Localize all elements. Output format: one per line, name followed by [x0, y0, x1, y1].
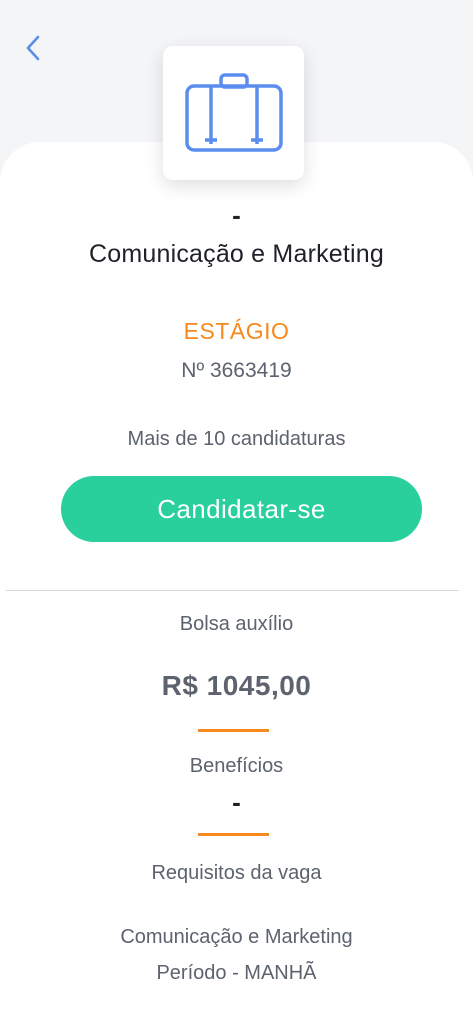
orange-divider: [198, 833, 269, 836]
job-detail-screen: - Comunicação e Marketing ESTÁGIO Nº 366…: [0, 0, 473, 1024]
salary-label: Bolsa auxílio: [179, 613, 294, 635]
benefits-value: -: [232, 787, 241, 817]
job-type-label: ESTÁGIO: [183, 318, 290, 344]
job-icon-tile: [163, 46, 304, 180]
requirement-item: Período - MANHÃ: [156, 962, 317, 984]
orange-divider: [198, 729, 269, 732]
job-number: Nº 3663419: [181, 359, 292, 382]
job-title: Comunicação e Marketing: [88, 240, 385, 268]
salary-value: R$ 1045,00: [161, 670, 312, 701]
benefits-label: Benefícios: [189, 755, 284, 777]
briefcase-icon: [184, 73, 283, 152]
section-divider: [6, 590, 459, 591]
back-button[interactable]: [18, 30, 48, 66]
chevron-left-icon: [26, 35, 40, 61]
apply-button[interactable]: Candidatar-se: [61, 476, 422, 542]
applications-count: Mais de 10 candidaturas: [127, 428, 346, 450]
requirements-label: Requisitos da vaga: [151, 862, 322, 884]
company-name: -: [232, 200, 241, 230]
job-card: [0, 142, 473, 1024]
requirement-item: Comunicação e Marketing: [120, 926, 353, 948]
